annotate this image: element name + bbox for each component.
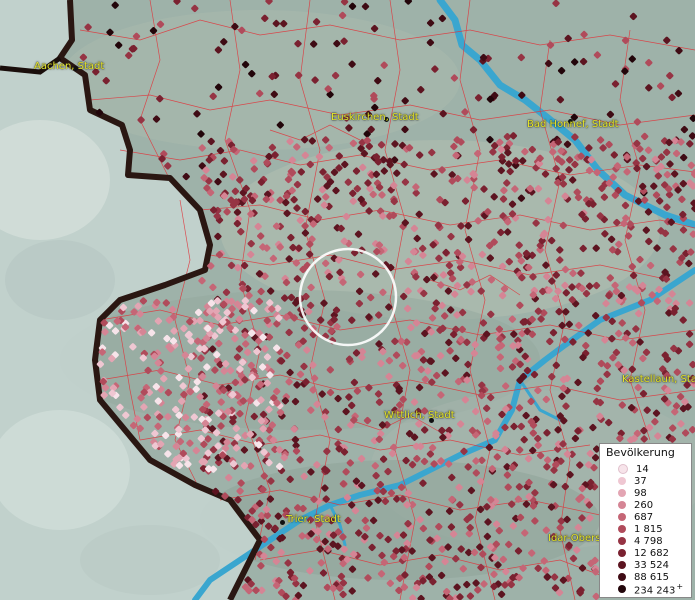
legend-swatch: [618, 561, 626, 569]
city-label-euskirchen[interactable]: Euskirchen, Stadt: [331, 112, 419, 123]
legend-entry: 33 524: [618, 559, 669, 571]
legend-label: 98: [634, 487, 647, 499]
legend-label: 37: [634, 475, 647, 487]
legend-entry: 12 682: [618, 547, 669, 559]
legend-entry: 37: [618, 475, 647, 487]
legend-swatch: [618, 585, 626, 593]
legend-label: 33 524: [634, 559, 669, 571]
legend-swatch: [618, 501, 626, 509]
legend-entry: 98: [618, 487, 647, 499]
legend-label: 234 243+: [634, 581, 684, 597]
legend-label: 687: [634, 511, 654, 523]
legend-swatch: [618, 573, 626, 581]
legend-title: Bevölkerung: [606, 446, 675, 459]
legend-entry: 4 798: [618, 535, 663, 547]
legend-plus: +: [676, 581, 684, 591]
legend-entry: 14: [618, 463, 649, 475]
city-label-kastellaun[interactable]: Kastellaun, Stadt: [622, 374, 695, 385]
legend-label: 4 798: [634, 535, 663, 547]
legend-label: 14: [636, 463, 649, 475]
legend-swatch: [618, 464, 628, 474]
map-canvas[interactable]: [0, 0, 695, 600]
legend-swatch: [618, 549, 626, 557]
legend-swatch: [618, 537, 626, 545]
legend-label: 88 615: [634, 571, 669, 583]
legend-entry: 1 815: [618, 523, 663, 535]
city-label-bad-honnef[interactable]: Bad Honnef, Stadt: [527, 119, 619, 130]
city-label-wittlich[interactable]: Wittlich, Stadt: [384, 410, 455, 421]
legend-label: 1 815: [634, 523, 663, 535]
city-label-aachen[interactable]: Aachen, Stadt: [34, 61, 104, 72]
legend-swatch: [618, 477, 626, 485]
legend-entry: 687: [618, 511, 653, 523]
legend-swatch: [618, 513, 626, 521]
city-marker-trier: [280, 520, 285, 525]
legend-entry: 260: [618, 499, 653, 511]
legend-entry: 234 243+: [618, 581, 684, 597]
legend-label: 12 682: [634, 547, 669, 559]
legend-swatch: [618, 489, 626, 497]
population-legend: Bevölkerung 14 37 98 260 687 1 815 4 798 12 682…: [599, 443, 692, 598]
legend-label: 260: [634, 499, 654, 511]
city-label-trier[interactable]: Trier, Stadt: [286, 514, 341, 525]
legend-swatch: [618, 525, 626, 533]
